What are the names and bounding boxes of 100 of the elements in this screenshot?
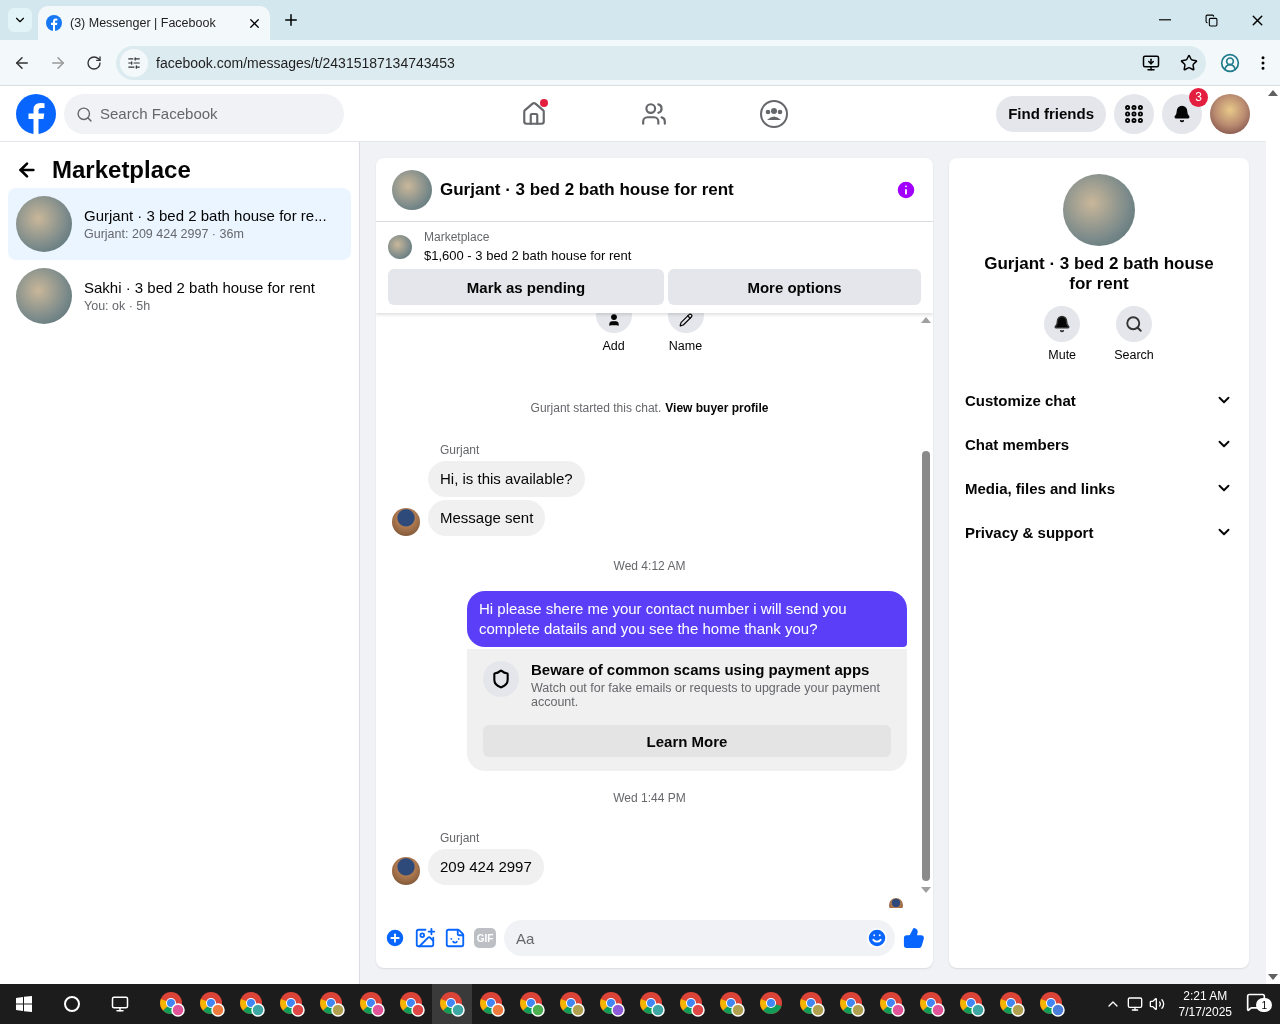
listing-thumbnail xyxy=(16,268,72,324)
browser-icon xyxy=(719,991,745,1017)
scroll-down-icon[interactable] xyxy=(921,887,931,893)
apps-menu-button[interactable] xyxy=(1114,93,1154,134)
scroll-up-icon[interactable] xyxy=(1268,90,1278,96)
browser-tab[interactable]: (3) Messenger | Facebook xyxy=(38,6,270,40)
reload-icon xyxy=(86,54,102,71)
browser-icon xyxy=(319,991,345,1017)
sidebar-title: Marketplace xyxy=(52,156,191,184)
details-title: Gurjant · 3 bed 2 bath house for rent xyxy=(983,254,1215,294)
sticker-icon[interactable] xyxy=(444,927,466,949)
site-settings-button[interactable] xyxy=(120,48,148,77)
find-friends-button[interactable]: Find friends xyxy=(996,95,1106,132)
scrollbar-thumb[interactable] xyxy=(922,451,930,881)
warning-title: Beware of common scams using payment apps xyxy=(531,661,871,678)
browser-icon xyxy=(479,991,505,1017)
profile-icon[interactable] xyxy=(1220,52,1240,73)
browser-icon xyxy=(759,991,785,1017)
image-icon[interactable] xyxy=(414,927,436,949)
details-action-label: Search xyxy=(1114,348,1154,362)
volume-icon[interactable] xyxy=(1148,996,1165,1012)
listing-action-button[interactable]: Mark as pending xyxy=(388,269,664,305)
browser-icon xyxy=(639,991,665,1017)
browser-icon xyxy=(839,991,865,1017)
browser-icon xyxy=(239,991,265,1017)
listing-action-button[interactable]: More options xyxy=(668,269,921,305)
listing-thumbnail xyxy=(392,169,432,210)
listing-thumbnail xyxy=(16,196,72,252)
bell-icon xyxy=(1173,104,1191,123)
clock[interactable]: 2:21 AM 7/17/2025 xyxy=(1170,988,1240,1020)
details-action-button[interactable] xyxy=(1116,306,1152,342)
seen-avatar xyxy=(889,898,903,908)
details-section[interactable]: Privacy & support xyxy=(965,510,1233,554)
browser-icon xyxy=(159,991,185,1017)
windows-logo xyxy=(16,996,32,1012)
facebook-logo xyxy=(46,15,62,31)
group-icon xyxy=(759,98,789,129)
timestamp: Wed 4:12 AM xyxy=(612,559,687,573)
tab-list-button[interactable] xyxy=(8,8,32,32)
shield-icon xyxy=(491,669,511,689)
info-icon[interactable] xyxy=(895,178,917,201)
system-message: Gurjant started this chat. xyxy=(530,401,662,415)
taskbar-app[interactable] xyxy=(432,984,472,1024)
browser-icon xyxy=(399,991,425,1017)
chat-title: Gurjant · 3 bed 2 bath house for rent xyxy=(440,179,735,200)
browser-icon xyxy=(559,991,585,1017)
message-bubble: Hi please shere me your contact number i will send you complete datails and you see the home thank you? xyxy=(467,591,907,647)
notifications-button[interactable] xyxy=(1162,93,1202,134)
people-icon xyxy=(641,100,667,127)
grid-dots-icon xyxy=(1123,102,1145,125)
warning-text: Watch out for fake emails or requests to upgrade your payment account. xyxy=(531,681,882,709)
scroll-down-icon[interactable] xyxy=(1268,974,1278,980)
like-icon[interactable] xyxy=(903,927,925,949)
sliders-icon xyxy=(127,55,141,70)
learn-more-button[interactable]: Learn More xyxy=(483,725,891,757)
plus-icon[interactable] xyxy=(384,927,406,949)
timestamp: Wed 1:44 PM xyxy=(612,791,687,805)
search-field[interactable]: Search Facebook xyxy=(64,93,344,134)
details-action-button[interactable] xyxy=(1044,306,1081,342)
message-field[interactable]: Aa xyxy=(504,920,895,956)
message-bubble: Hi, is this available? xyxy=(428,461,585,497)
browser-icon xyxy=(599,991,625,1017)
listing-thumbnail xyxy=(388,234,412,259)
browser-icon xyxy=(959,991,985,1017)
install-icon[interactable] xyxy=(1142,53,1160,72)
pencil-icon xyxy=(678,313,693,327)
restore-icon xyxy=(1204,13,1218,27)
bell-icon xyxy=(1053,315,1072,333)
home-icon xyxy=(521,100,547,127)
browser-icon xyxy=(519,991,545,1017)
browser-icon xyxy=(999,991,1025,1017)
browser-icon xyxy=(199,991,225,1017)
sender-name: Gurjant xyxy=(440,831,481,845)
buyer-profile-link[interactable]: View buyer profile xyxy=(665,401,769,415)
details-section[interactable]: Customize chat xyxy=(965,378,1233,422)
listing-label: Marketplace xyxy=(424,230,491,244)
sender-name: Gurjant xyxy=(440,443,481,457)
back-icon[interactable] xyxy=(16,159,38,181)
scroll-up-icon[interactable] xyxy=(921,317,931,323)
browser-icon xyxy=(1039,991,1065,1017)
browser-icon xyxy=(679,991,705,1017)
notification-count: 3 xyxy=(1189,87,1208,107)
details-section[interactable]: Chat members xyxy=(965,422,1233,466)
minimize-icon xyxy=(1159,19,1171,21)
bookmark-icon[interactable] xyxy=(1180,53,1198,72)
conversation-preview: Gurjant: 209 424 2997 · 36m xyxy=(84,227,245,241)
browser-icon xyxy=(279,991,305,1017)
person-icon xyxy=(606,313,621,327)
conversation-item[interactable]: Sakhi · 3 bed 2 bath house for rent You: ok · 5h xyxy=(8,260,351,332)
conversation-item[interactable]: Gurjant · 3 bed 2 bath house for re... Gurjant: 209 424 2997 · 36m xyxy=(8,188,351,260)
emoji-icon[interactable] xyxy=(866,927,888,949)
search-icon xyxy=(1125,315,1143,333)
new-tab-icon[interactable] xyxy=(282,11,300,29)
notification-count: 1 xyxy=(1256,998,1272,1012)
details-section[interactable]: Media, files and links xyxy=(965,466,1233,510)
profile-avatar[interactable] xyxy=(1210,93,1250,134)
search-circle-icon xyxy=(63,995,81,1013)
network-icon[interactable] xyxy=(1126,996,1143,1012)
facebook-logo[interactable] xyxy=(16,93,56,134)
message-bubble: Message sent xyxy=(428,500,546,536)
